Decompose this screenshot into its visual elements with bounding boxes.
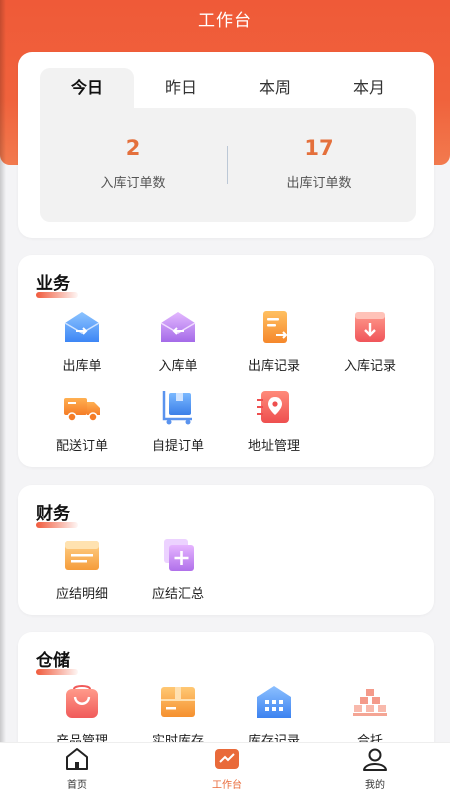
finance-section-title: 财务 (36, 499, 78, 528)
business-item-label: 出库记录 (247, 359, 300, 374)
inbound-count: 2 (125, 136, 141, 160)
storage-title-text: 仓储 (36, 651, 70, 671)
tab-yesterday[interactable]: 昨日 (134, 68, 228, 108)
outbound-count: 17 (304, 136, 334, 160)
storage-item-merge-pallet[interactable]: 合托 (322, 684, 418, 749)
finance-item-label: 应结明细 (55, 587, 108, 602)
stats-divider (227, 146, 228, 184)
pallet-merge-icon (353, 689, 387, 716)
business-item-delivery-order[interactable]: 配送订单 (34, 389, 130, 454)
business-item-inbound-order[interactable]: 入库单 (130, 309, 226, 374)
realtime-stock-box-icon (161, 687, 195, 717)
inbound-label: 入库订单数 (100, 176, 166, 191)
finance-title-text: 财务 (36, 504, 70, 524)
tabbar-label-profile: 我的 (365, 780, 385, 791)
business-item-label: 出库单 (62, 359, 102, 374)
tabbar-item-home[interactable]: 首页 (37, 747, 117, 791)
business-item-address-management[interactable]: 地址管理 (226, 389, 322, 454)
inbound-order-icon (160, 312, 196, 342)
finance-item-label: 应结汇总 (151, 587, 204, 602)
storage-section-title: 仓储 (36, 646, 78, 675)
finance-card: 财务 应结明细 应结汇总 (18, 485, 434, 615)
tabbar-label-workbench: 工作台 (212, 780, 242, 791)
finance-item-settlement-detail[interactable]: 应结明细 (34, 537, 130, 602)
storage-item-stock-record[interactable]: 库存记录 (226, 684, 322, 749)
tabbar-item-profile[interactable]: 我的 (335, 747, 415, 791)
delivery-truck-icon (64, 398, 100, 422)
stock-record-building-icon (257, 686, 291, 718)
storage-item-realtime-stock[interactable]: 实时库存 (130, 684, 226, 749)
inbound-record-icon (355, 312, 385, 342)
settlement-detail-icon (65, 541, 99, 570)
tabbar-item-workbench[interactable]: 工作台 (187, 747, 267, 791)
business-item-label: 自提订单 (151, 439, 204, 454)
outbound-record-icon (263, 311, 288, 343)
business-section-title: 业务 (36, 269, 78, 298)
finance-item-settlement-summary[interactable]: 应结汇总 (130, 537, 226, 602)
business-item-label: 地址管理 (247, 439, 300, 454)
page-title: 工作台 (198, 11, 252, 31)
tab-this-month[interactable]: 本月 (322, 68, 416, 108)
workbench-icon (215, 749, 239, 769)
outbound-order-icon (64, 312, 100, 342)
business-item-label: 入库单 (158, 359, 198, 374)
storage-item-product-management[interactable]: 产品管理 (34, 684, 130, 749)
title-underline (36, 292, 78, 298)
settlement-summary-icon (164, 539, 194, 571)
outbound-stat[interactable]: 17 出库订单数 (244, 136, 394, 191)
business-card: 业务 出库单 入库单 出库记录 入库记录 配送订单 自提订单 地址管理 (18, 255, 434, 467)
business-item-outbound-record[interactable]: 出库记录 (226, 309, 322, 374)
stats-panel: 2 入库订单数 17 出库订单数 (40, 108, 416, 222)
left-edge-shadow (0, 0, 6, 800)
location-pin-icon (257, 391, 289, 423)
self-pickup-cart-icon (162, 391, 192, 425)
bottom-tab-bar: 首页 工作台 我的 (0, 742, 450, 801)
tab-today[interactable]: 今日 (40, 68, 134, 108)
outbound-label: 出库订单数 (286, 176, 352, 191)
business-item-label: 入库记录 (343, 359, 396, 374)
title-underline (36, 669, 78, 675)
tab-this-week[interactable]: 本周 (228, 68, 322, 108)
business-item-outbound-order[interactable]: 出库单 (34, 309, 130, 374)
business-item-inbound-record[interactable]: 入库记录 (322, 309, 418, 374)
tabbar-label-home: 首页 (67, 780, 87, 791)
business-item-self-pickup[interactable]: 自提订单 (130, 389, 226, 454)
order-stats-card: 今日 昨日 本周 本月 2 入库订单数 17 出库订单数 (18, 52, 434, 238)
title-underline (36, 522, 78, 528)
inbound-stat[interactable]: 2 入库订单数 (58, 136, 208, 191)
home-icon (66, 748, 88, 770)
product-bag-icon (66, 685, 98, 718)
business-item-label: 配送订单 (55, 439, 108, 454)
business-title-text: 业务 (36, 274, 70, 294)
profile-icon (363, 748, 387, 771)
period-tabs: 今日 昨日 本周 本月 (40, 68, 416, 108)
